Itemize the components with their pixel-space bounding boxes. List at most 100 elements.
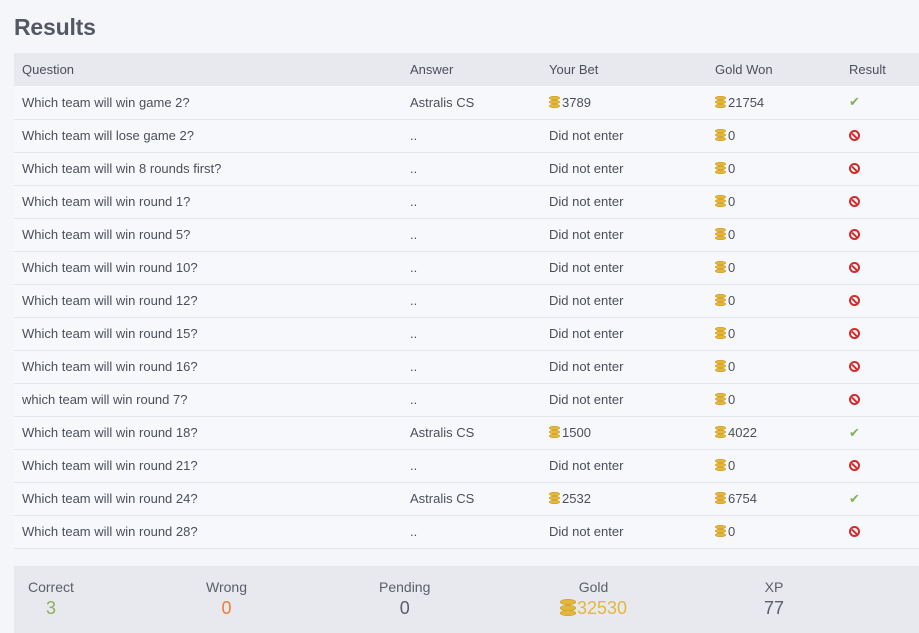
gold-value: 0 (728, 128, 736, 143)
coin-stack-icon (715, 95, 726, 108)
bet-cell: Did not enter (541, 515, 707, 548)
question-cell: which team will win round 7? (22, 392, 188, 407)
result-cell (841, 185, 919, 218)
coin-stack-icon (715, 327, 726, 339)
ban-icon (849, 361, 860, 372)
stat-wrong: Wrong 0 (206, 579, 247, 619)
coin-stack-icon (715, 129, 726, 141)
table-row: Which team will win round 21?.. Did not e… (14, 449, 919, 482)
gold-value: 4022 (728, 425, 757, 440)
ban-icon (849, 328, 860, 339)
ban-icon (849, 262, 860, 273)
ban-icon (849, 130, 860, 141)
bet-value: Did not enter (549, 161, 624, 176)
bet-cell: 2532 (541, 482, 707, 515)
table-row: Which team will win 8 rounds first?.. Did… (14, 152, 919, 185)
bet-cell: Did not enter (541, 119, 707, 152)
table-body: Which team will win game 2? Astralis CS 37… (14, 86, 919, 548)
gold-value: 0 (728, 161, 736, 176)
result-cell (841, 251, 919, 284)
result-cell: ✔ (841, 86, 919, 119)
result-cell: ✔ (841, 416, 919, 449)
coin-stack-icon (715, 294, 726, 306)
stat-gold-value: 32530 (577, 598, 628, 618)
answer-cell: .. (410, 392, 418, 407)
bet-value: 3789 (562, 94, 591, 110)
question-cell: Which team will win round 5? (22, 227, 191, 242)
stat-wrong-label: Wrong (206, 579, 247, 595)
bet-cell: Did not enter (541, 284, 707, 317)
stat-gold: Gold 32530 (560, 579, 627, 619)
gold-value: 0 (728, 392, 736, 407)
bet-cell: Did not enter (541, 185, 707, 218)
table-row: Which team will lose game 2?.. Did not en… (14, 119, 919, 152)
result-cell: ✔ (841, 482, 919, 515)
table-row: which team will win round 7?.. Did not en… (14, 383, 919, 416)
question-cell: Which team will lose game 2? (22, 128, 194, 143)
bet-value: Did not enter (549, 260, 624, 275)
coin-stack-icon (715, 228, 726, 240)
coin-stack-icon (549, 95, 560, 108)
stat-pending-label: Pending (379, 579, 431, 595)
coin-stack-icon (549, 492, 560, 504)
result-cell (841, 218, 919, 251)
header-bet: Your Bet (549, 62, 599, 77)
stat-wrong-value: 0 (221, 598, 232, 618)
coin-stack-icon (715, 162, 726, 174)
bet-value: Did not enter (549, 524, 624, 539)
bet-value: Did not enter (549, 194, 624, 209)
gold-cell: 0 (707, 449, 841, 482)
answer-cell: Astralis CS (410, 94, 475, 110)
bet-cell: Did not enter (541, 383, 707, 416)
coin-stack-icon (715, 261, 726, 273)
bet-value: Did not enter (549, 359, 624, 374)
bet-cell: 3789 (541, 86, 707, 119)
question-cell: Which team will win round 10? (22, 260, 198, 275)
table-row: Which team will win game 2? Astralis CS 37… (14, 86, 919, 119)
gold-value: 0 (728, 326, 736, 341)
gold-value: 6754 (728, 491, 757, 506)
coin-stack-icon (560, 599, 576, 616)
gold-cell: 0 (707, 218, 841, 251)
result-cell (841, 350, 919, 383)
table-row: Which team will win round 1?.. Did not en… (14, 185, 919, 218)
gold-value: 0 (728, 293, 736, 308)
gold-cell: 0 (707, 284, 841, 317)
check-icon: ✔ (849, 94, 860, 110)
coin-stack-icon (715, 426, 726, 438)
result-cell (841, 317, 919, 350)
question-cell: Which team will win game 2? (22, 94, 190, 110)
stat-xp-label: XP (764, 579, 784, 595)
answer-cell: .. (410, 161, 418, 176)
coin-stack-icon (715, 393, 726, 405)
coin-stack-icon (715, 459, 726, 471)
gold-value: 0 (728, 227, 736, 242)
header-gold: Gold Won (715, 62, 773, 77)
question-cell: Which team will win round 12? (22, 293, 198, 308)
question-cell: Which team will win round 15? (22, 326, 198, 341)
ban-icon (849, 196, 860, 207)
ban-icon (849, 295, 860, 306)
stat-correct: Correct 3 (28, 579, 74, 619)
gold-cell: 0 (707, 185, 841, 218)
gold-cell: 6754 (707, 482, 841, 515)
gold-cell: 0 (707, 152, 841, 185)
stat-pending-value: 0 (399, 598, 410, 618)
coin-stack-icon (715, 195, 726, 207)
answer-cell: .. (410, 326, 418, 341)
ban-icon (849, 163, 860, 174)
question-cell: Which team will win round 28? (22, 524, 198, 539)
answer-cell: .. (410, 458, 418, 473)
result-cell (841, 383, 919, 416)
bet-value: Did not enter (549, 458, 624, 473)
check-icon: ✔ (849, 424, 860, 440)
gold-value: 21754 (728, 94, 765, 110)
answer-cell: .. (410, 359, 418, 374)
table-row: Which team will win round 24? Astralis CS… (14, 482, 919, 515)
table-row: Which team will win round 5?.. Did not en… (14, 218, 919, 251)
answer-cell: .. (410, 260, 418, 275)
table-row: Which team will win round 16?.. Did not e… (14, 350, 919, 383)
bet-value: Did not enter (549, 392, 624, 407)
coin-stack-icon (715, 525, 726, 537)
answer-cell: Astralis CS (410, 491, 475, 506)
